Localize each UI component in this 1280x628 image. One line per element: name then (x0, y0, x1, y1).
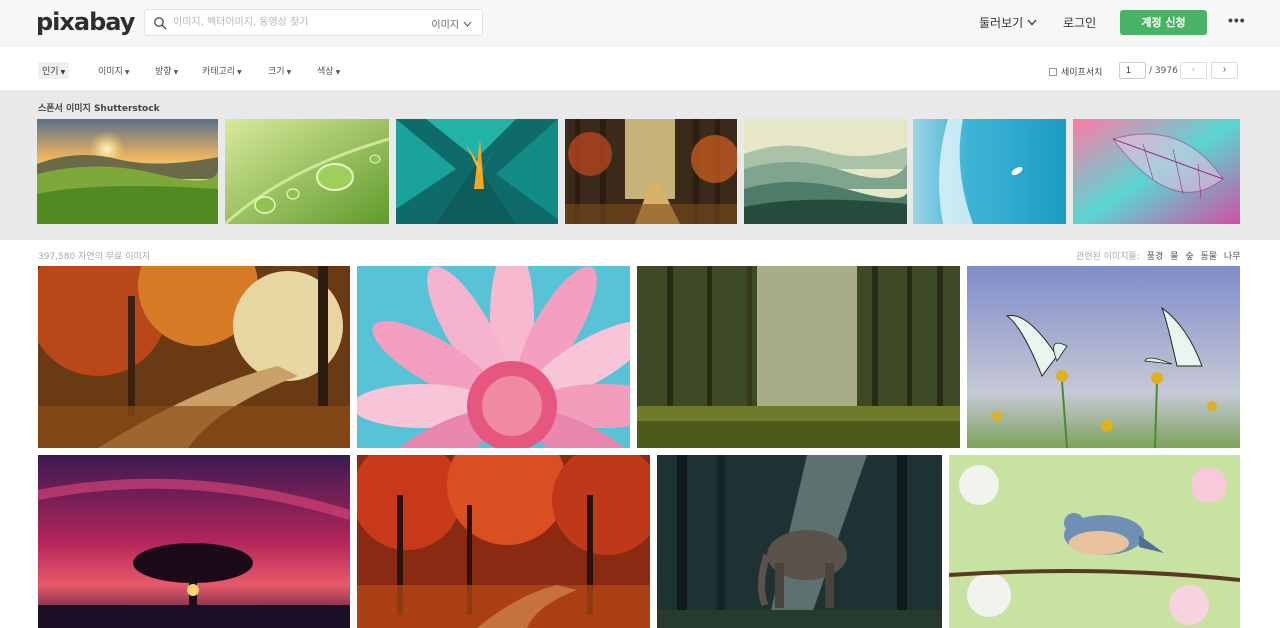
safesearch-label: 세이프서치 (1061, 68, 1103, 78)
photo-butterflies-flowers[interactable] (967, 266, 1240, 448)
filter-image-type[interactable]: 이미지 ▼ (98, 64, 129, 77)
top-header: pixabay 이미지 둘러보기 로그인 계정 신청 ••• (0, 0, 1280, 46)
related-label: 관련된 이미지들: (1076, 252, 1140, 262)
filter-label: 색상 (317, 67, 334, 77)
related-tag[interactable]: 나무 (1224, 252, 1241, 262)
chevron-down-icon (1027, 19, 1037, 26)
search-box[interactable]: 이미지 (144, 9, 483, 36)
explore-label: 둘러보기 (979, 16, 1024, 30)
photo-bird-blossoms[interactable] (949, 455, 1240, 628)
prev-page-button[interactable]: ‹ (1180, 62, 1207, 79)
filter-size[interactable]: 크기 ▼ (268, 64, 291, 77)
related-tag[interactable]: 풍경 (1147, 252, 1164, 262)
search-icon (154, 17, 167, 30)
search-input[interactable] (173, 13, 413, 32)
sponsored-image-misty-hills[interactable] (744, 119, 907, 224)
more-menu-icon[interactable]: ••• (1228, 12, 1246, 28)
sponsored-image-skeleton-leaf[interactable] (1073, 119, 1240, 224)
caret-down-icon: ▼ (286, 69, 292, 76)
chevron-down-icon (463, 21, 472, 27)
related-tag[interactable]: 물 (1170, 252, 1178, 262)
filter-orientation[interactable]: 방향 ▼ (155, 64, 178, 77)
caret-down-icon: ▼ (124, 69, 130, 76)
result-count: 397,580 자연의 무료 이미지 (38, 252, 151, 262)
filter-label: 방향 (155, 67, 172, 77)
login-link[interactable]: 로그인 (1063, 14, 1096, 31)
safesearch-toggle[interactable]: 세이프서치 (1049, 65, 1102, 78)
related-tags: 관련된 이미지들: 풍경 물 숲 동물 나무 (1076, 249, 1240, 262)
photo-elephant-forest[interactable] (657, 455, 942, 628)
safesearch-checkbox[interactable] (1049, 67, 1057, 76)
filter-label: 카테고리 (202, 67, 236, 77)
explore-menu[interactable]: 둘러보기 (979, 14, 1037, 31)
signup-button[interactable]: 계정 신청 (1120, 10, 1207, 35)
page-number-input[interactable]: 1 (1119, 62, 1146, 79)
pixabay-logo[interactable]: pixabay (36, 8, 135, 36)
related-tag[interactable]: 숲 (1185, 252, 1193, 262)
next-page-button[interactable]: › (1211, 62, 1238, 79)
filter-popular[interactable]: 인기 ▼ (38, 62, 70, 79)
filter-label: 이미지 (98, 67, 123, 77)
photo-autumn-path[interactable] (38, 266, 350, 448)
caret-down-icon: ▼ (237, 69, 242, 76)
sponsored-image-ocean-boat[interactable] (913, 119, 1066, 224)
search-type-select[interactable]: 이미지 (431, 16, 472, 31)
filter-label: 인기 (42, 67, 59, 77)
caret-down-icon: ▼ (173, 69, 179, 76)
sponsored-image-tropical-leaves[interactable] (396, 119, 558, 224)
sponsored-title: 스폰서 이미지 Shutterstock (38, 104, 160, 114)
filter-color[interactable]: 색상 ▼ (317, 64, 340, 77)
sponsored-image-autumn-forest-path[interactable] (565, 119, 737, 224)
page-total: / 3976 (1149, 66, 1178, 76)
search-type-label: 이미지 (431, 20, 459, 31)
photo-sunset-tree[interactable] (38, 455, 350, 628)
related-tag[interactable]: 동물 (1200, 252, 1217, 262)
caret-down-icon: ▼ (335, 69, 341, 76)
photo-red-autumn-trees[interactable] (357, 455, 650, 628)
caret-down-icon: ▼ (60, 69, 66, 76)
filter-category[interactable]: 카테고리 ▼ (202, 64, 242, 77)
sponsored-strip: 스폰서 이미지 Shutterstock (0, 90, 1280, 240)
sponsored-image-mountain-sunrise[interactable] (37, 119, 218, 224)
filter-label: 크기 (268, 67, 285, 77)
photo-sunlit-forest[interactable] (637, 266, 960, 448)
filter-bar: 인기 ▼ 이미지 ▼ 방향 ▼ 카테고리 ▼ 크기 ▼ 색상 ▼ 세이프서치 1 / 397… (0, 47, 1280, 90)
sponsored-image-water-drops[interactable] (225, 119, 389, 224)
photo-pink-daisy[interactable] (357, 266, 630, 448)
